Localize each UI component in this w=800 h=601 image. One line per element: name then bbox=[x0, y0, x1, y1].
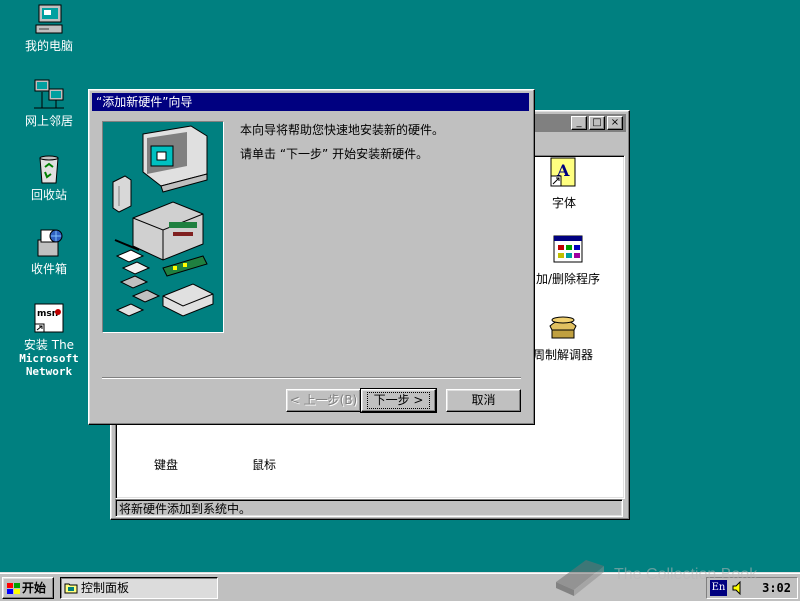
taskbar-button-label: 控制面板 bbox=[81, 581, 130, 595]
cp-item-keyboard[interactable]: 键盘 bbox=[146, 456, 186, 473]
desktop-icon-recycle-bin[interactable]: 回收站 bbox=[10, 152, 88, 202]
status-bar: 将新硬件添加到系统中。 bbox=[115, 499, 623, 517]
cp-item-label: 加/删除程序 bbox=[535, 272, 601, 286]
wizard-intro-line2: 请单击 “下一步” 开始安装新硬件。 bbox=[240, 147, 429, 161]
wizard-separator bbox=[102, 377, 521, 379]
book-icon bbox=[556, 560, 604, 596]
my-computer-icon bbox=[32, 3, 66, 37]
cp-item-label: 字体 bbox=[551, 196, 576, 210]
next-button-label: 下一步 > bbox=[366, 392, 431, 409]
cp-item-label: 键盘 bbox=[153, 458, 178, 472]
cp-item-modems[interactable]: 周制解调器 bbox=[528, 308, 598, 363]
svg-text:msn: msn bbox=[37, 309, 58, 319]
recycle-bin-icon bbox=[32, 152, 66, 186]
desktop-icon-label-line1: 安装 The bbox=[23, 338, 75, 352]
watermark-text: The Collection Book bbox=[614, 566, 758, 583]
minimize-button[interactable]: _ bbox=[571, 116, 587, 130]
cp-item-add-remove-programs[interactable]: 加/删除程序 bbox=[528, 232, 608, 287]
cp-item-label: 鼠标 bbox=[251, 458, 276, 472]
maximize-button[interactable]: □ bbox=[589, 116, 605, 130]
back-button[interactable]: < 上一步(B) bbox=[286, 389, 361, 412]
cancel-button[interactable]: 取消 bbox=[446, 389, 521, 412]
desktop-icon-label-line2: Microsoft bbox=[19, 352, 79, 365]
taskbar-button-control-panel[interactable]: 控制面板 bbox=[60, 577, 218, 599]
close-button[interactable]: × bbox=[607, 116, 623, 130]
desktop-icon-label: 收件箱 bbox=[30, 262, 67, 276]
control-panel-title-buttons: _ □ × bbox=[569, 116, 623, 130]
windows-logo-icon bbox=[7, 583, 20, 594]
hardware-illustration-icon bbox=[112, 125, 214, 317]
wizard-intro-line1: 本向导将帮助您快速地安装新的硬件。 bbox=[240, 123, 445, 137]
control-panel-folder-icon bbox=[64, 583, 78, 594]
add-remove-programs-icon bbox=[551, 232, 585, 266]
desktop-icon-msn[interactable]: msn 安装 The Microsoft Network bbox=[10, 302, 88, 378]
inbox-icon bbox=[32, 226, 66, 260]
modems-icon bbox=[546, 308, 580, 342]
desktop-icon-network[interactable]: 网上邻居 bbox=[10, 78, 88, 128]
desktop-icon-label-line3: Network bbox=[25, 365, 73, 378]
fonts-icon: A bbox=[547, 156, 581, 190]
desktop-icon-label: 我的电脑 bbox=[24, 39, 73, 53]
wizard-titlebar[interactable]: “添加新硬件”向导 bbox=[92, 93, 529, 111]
next-button[interactable]: 下一步 > bbox=[360, 388, 437, 413]
start-label: 开始 bbox=[22, 581, 47, 595]
desktop-icon-label: 回收站 bbox=[30, 188, 67, 202]
desktop-icon-inbox[interactable]: 收件箱 bbox=[10, 226, 88, 276]
msn-icon: msn bbox=[32, 302, 66, 336]
cp-item-mouse[interactable]: 鼠标 bbox=[244, 456, 284, 473]
cp-item-fonts[interactable]: A 字体 bbox=[534, 156, 594, 211]
wizard-hardware-illustration bbox=[102, 121, 224, 333]
cp-item-label: 周制解调器 bbox=[532, 348, 593, 362]
watermark: The Collection Book bbox=[552, 552, 800, 596]
network-neighborhood-icon bbox=[32, 78, 66, 112]
desktop-icon-label: 网上邻居 bbox=[24, 114, 73, 128]
desktop-icon-my-computer[interactable]: 我的电脑 bbox=[10, 3, 88, 53]
start-button[interactable]: 开始 bbox=[2, 577, 54, 599]
add-hardware-wizard-dialog: “添加新硬件”向导 本向导将帮助您快速地安装新的硬件。 请单击 “下一步” 开始… bbox=[88, 89, 535, 425]
